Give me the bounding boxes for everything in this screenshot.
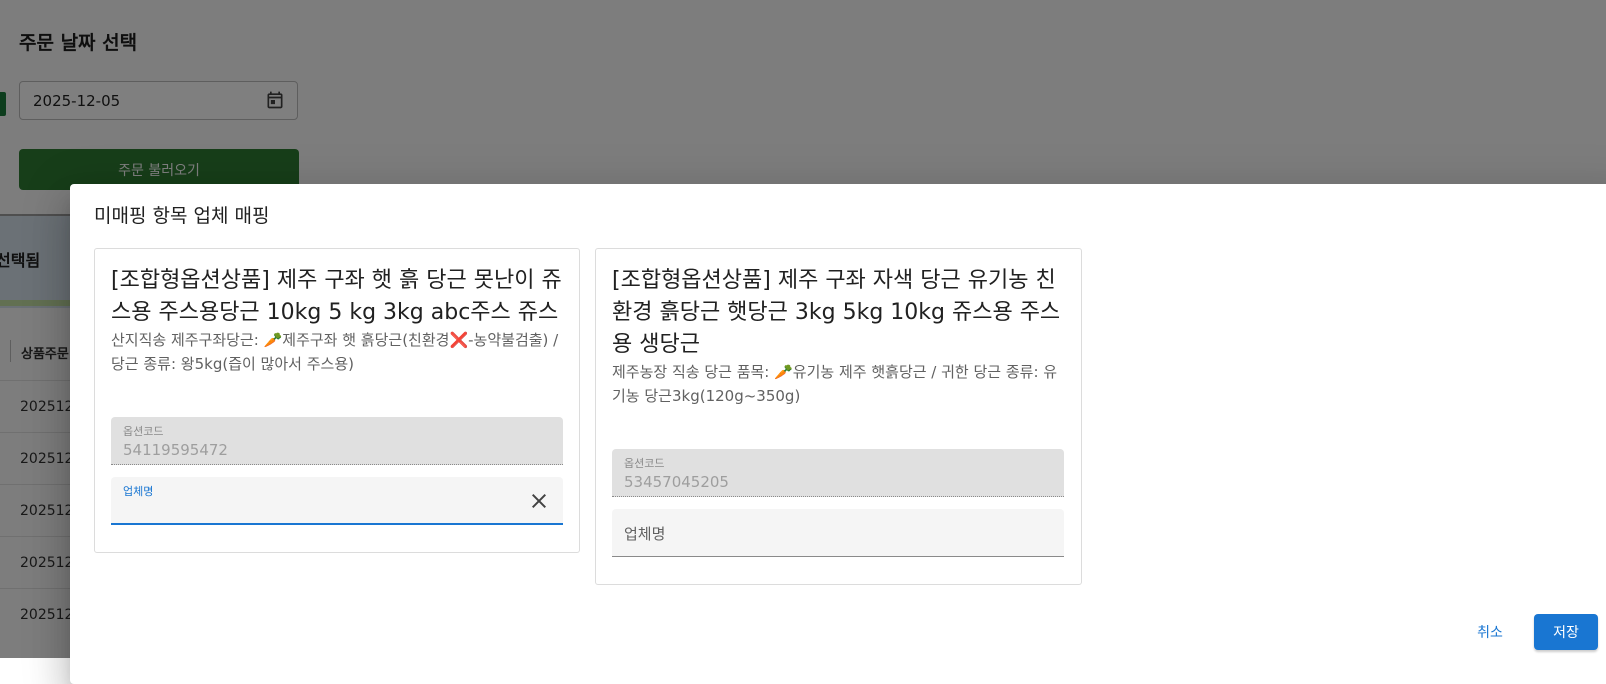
- option-code-label: 옵션코드: [123, 425, 164, 438]
- vendor-name-field[interactable]: 업체명: [612, 509, 1064, 557]
- option-code-field: 옵션코드 53457045205: [612, 449, 1064, 497]
- mapping-card: [조합형옵션상품] 제주 구좌 자색 당근 유기농 친환경 흙당근 햇당근 3k…: [595, 248, 1082, 585]
- option-description: 산지직송 제주구좌당근: 🥕제주구좌 햇 흙당근(친환경❌-농약불검출) / 당…: [111, 331, 559, 373]
- vendor-name-input[interactable]: [123, 499, 513, 519]
- vendor-mapping-dialog: 미매핑 항목 업체 매핑 [조합형옵션상품] 제주 구좌 햇 흙 당근 못난이 …: [70, 184, 1606, 684]
- option-code-field: 옵션코드 54119595472: [111, 417, 563, 465]
- clear-icon[interactable]: [527, 489, 551, 513]
- product-title: [조합형옵션상품] 제주 구좌 햇 흙 당근 못난이 쥬스용 주스용당근 10k…: [111, 268, 562, 325]
- option-code-label: 옵션코드: [624, 457, 665, 470]
- dialog-title: 미매핑 항목 업체 매핑: [94, 205, 270, 227]
- option-code-value: 53457045205: [624, 473, 729, 491]
- vendor-name-label: 업체명: [624, 525, 666, 543]
- cancel-button[interactable]: 취소: [1460, 614, 1520, 650]
- vendor-name-field[interactable]: 업체명: [111, 477, 563, 525]
- mapping-card: [조합형옵션상품] 제주 구좌 햇 흙 당근 못난이 쥬스용 주스용당근 10k…: [94, 248, 580, 553]
- option-description: 제주농장 직송 당근 품목: 🥕유기농 제주 햇흙당근 / 귀한 당근 종류: …: [612, 363, 1058, 405]
- product-title: [조합형옵션상품] 제주 구좌 자색 당근 유기농 친환경 흙당근 햇당근 3k…: [612, 268, 1061, 357]
- option-code-value: 54119595472: [123, 441, 228, 459]
- vendor-name-label: 업체명: [123, 485, 154, 498]
- save-button[interactable]: 저장: [1534, 614, 1598, 650]
